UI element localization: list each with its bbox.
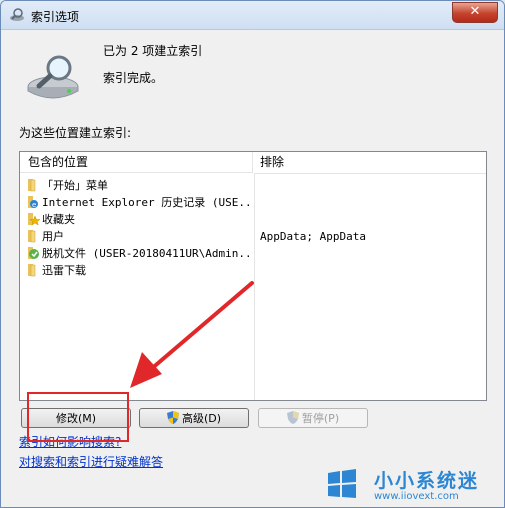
folder-icon — [28, 264, 36, 277]
location-name: 脱机文件 (USER-20180411UR\Admin... — [42, 247, 252, 260]
drive-magnifier-icon — [27, 55, 79, 99]
indexed-locations-list[interactable]: 包含的位置 排除 「开始」菜单 e Internet Explorer 历史记录… — [19, 151, 487, 401]
offline-files-icon — [28, 247, 39, 259]
index-status-text: 索引完成。 — [103, 71, 164, 85]
watermark-text: 小小系统迷 — [374, 470, 480, 492]
location-name: 收藏夹 — [42, 213, 75, 226]
exclude-value: AppData; AppData — [260, 230, 366, 243]
locations-label: 为这些位置建立索引: — [19, 126, 132, 140]
location-name: Internet Explorer 历史记录 (USE... — [42, 196, 252, 209]
windows-logo-icon — [328, 469, 356, 498]
column-divider — [254, 174, 255, 400]
watermark: 小小系统迷 www.iiovext.com — [314, 463, 504, 507]
folder-icon — [28, 230, 36, 243]
troubleshoot-link[interactable]: 对搜索和索引进行疑难解答 — [19, 453, 163, 470]
location-name: 迅雷下载 — [42, 264, 86, 277]
location-name: 「开始」菜单 — [42, 179, 108, 192]
watermark-url: www.iiovext.com — [374, 491, 459, 502]
location-name: 用户 — [42, 230, 64, 243]
advanced-button-label: 高级(D) — [181, 412, 222, 425]
advanced-button[interactable]: 高级(D) — [139, 408, 249, 428]
pause-button-label: 暂停(P) — [301, 412, 340, 425]
annotation-highlight-box — [27, 392, 129, 442]
title-bar[interactable]: 索引选项 ✕ — [1, 1, 504, 30]
ie-icon: e — [28, 196, 38, 209]
indexed-count-text: 已为 2 项建立索引 — [103, 44, 203, 58]
column-header-exclude[interactable]: 排除 — [254, 152, 486, 174]
uac-shield-icon — [286, 411, 299, 424]
indexing-options-icon — [10, 8, 24, 21]
window-title: 索引选项 — [31, 10, 80, 24]
svg-text:e: e — [32, 201, 36, 209]
close-button[interactable]: ✕ — [452, 2, 498, 23]
folder-icon — [28, 179, 36, 192]
column-header-location[interactable]: 包含的位置 — [20, 152, 253, 173]
favorites-folder-icon — [28, 213, 40, 226]
close-icon: ✕ — [469, 4, 481, 19]
uac-shield-icon — [166, 411, 179, 424]
pause-button[interactable]: 暂停(P) — [258, 408, 368, 428]
